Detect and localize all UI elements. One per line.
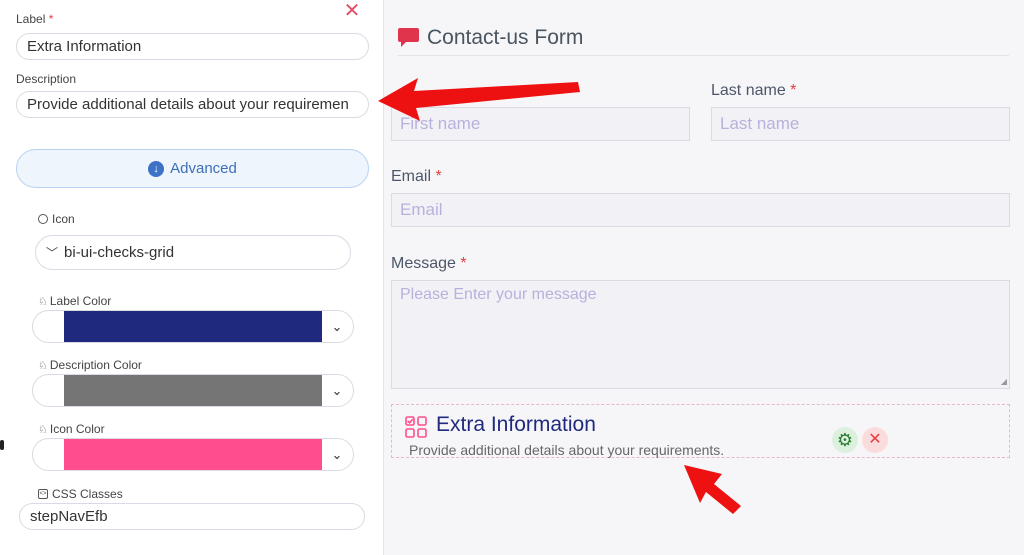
label-field-text: Label <box>16 12 46 26</box>
message-placeholder: Please Enter your message <box>400 286 597 303</box>
settings-gear-button[interactable]: ⚙ <box>832 427 858 453</box>
circle-icon <box>38 214 48 224</box>
chevron-down-icon[interactable]: ⌄ <box>321 375 353 406</box>
icon-field-text: Icon <box>52 212 75 226</box>
form-preview: Contact-us Form First name Last name * L… <box>385 0 1024 555</box>
extra-information-title: Extra Information <box>436 413 596 436</box>
label-color-swatch <box>64 311 322 342</box>
message-label: Message * <box>391 255 467 273</box>
description-color-text: Description Color <box>49 358 142 372</box>
label-color-field-label: ♘ Label Color <box>38 294 111 308</box>
description-color-field-label: ♘ Description Color <box>38 358 142 372</box>
chat-square-icon <box>398 28 419 47</box>
required-mark: * <box>460 255 467 272</box>
code-square-icon: <> <box>38 489 48 499</box>
label-color-text: Label Color <box>49 294 112 308</box>
first-name-input[interactable]: First name <box>391 107 690 141</box>
required-mark: * <box>435 168 442 185</box>
css-classes-field-label: <> CSS Classes <box>38 487 123 501</box>
icon-color-field-label: ♘ Icon Color <box>38 422 105 436</box>
close-icon: ✕ <box>868 431 882 448</box>
required-mark: * <box>790 82 797 99</box>
icon-color-picker[interactable]: ⌄ <box>32 438 354 471</box>
gear-icon: ⚙ <box>836 430 854 450</box>
description-color-picker[interactable]: ⌄ <box>32 374 354 407</box>
email-input[interactable]: Email <box>391 193 1010 227</box>
icon-color-text: Icon Color <box>49 422 105 436</box>
drag-handle[interactable] <box>0 440 4 450</box>
close-icon[interactable]: ✕ <box>343 1 361 21</box>
extra-information-block[interactable]: Extra Information Provide additional det… <box>391 404 1010 458</box>
icon-color-swatch <box>64 439 322 470</box>
extra-information-description: Provide additional details about your re… <box>409 442 725 458</box>
email-label: Email * <box>391 168 442 186</box>
css-classes-input[interactable]: stepNavEfb <box>19 503 365 530</box>
form-title: Contact-us Form <box>427 25 584 49</box>
chevron-down-icon[interactable]: ⌄ <box>321 439 353 470</box>
form-header: Contact-us Form <box>398 25 1009 56</box>
label-color-picker[interactable]: ⌄ <box>32 310 354 343</box>
advanced-button[interactable]: ↓ Advanced <box>16 149 369 188</box>
advanced-button-label: Advanced <box>170 160 237 177</box>
resize-handle-icon[interactable]: ◢ <box>1001 377 1007 386</box>
chat-square-shape <box>398 28 419 47</box>
required-mark: * <box>48 12 54 26</box>
message-label-text: Message <box>391 255 456 272</box>
last-name-label: Last name * <box>711 82 796 100</box>
delete-field-button[interactable]: ✕ <box>862 427 888 453</box>
icon-select-value: bi-ui-checks-grid <box>64 244 175 261</box>
label-input[interactable]: Extra Information <box>16 33 369 60</box>
message-textarea[interactable]: Please Enter your message ◢ <box>391 280 1010 389</box>
paint-bucket-icon: ♘ <box>38 295 48 308</box>
icon-select[interactable]: ﹀ bi-ui-checks-grid <box>35 235 351 270</box>
css-classes-text: CSS Classes <box>52 487 123 501</box>
grid-icon-glyph <box>405 416 427 438</box>
description-input[interactable]: Provide additional details about your re… <box>16 91 369 118</box>
icon-field-label: Icon <box>38 212 75 226</box>
ui-checks-grid-icon <box>405 416 427 438</box>
paint-bucket-icon: ♘ <box>38 359 48 372</box>
last-name-input[interactable]: Last name <box>711 107 1010 141</box>
settings-panel: ✕ Label * Extra Information Description … <box>0 0 384 555</box>
arrow-down-circle-icon: ↓ <box>148 160 165 177</box>
description-color-swatch <box>64 375 322 406</box>
last-name-label-text: Last name <box>711 82 786 99</box>
chevron-down-icon: ﹀ <box>46 246 59 260</box>
description-field-label: Description <box>16 72 77 86</box>
label-field-label: Label * <box>16 12 53 26</box>
email-label-text: Email <box>391 168 432 185</box>
chevron-down-icon[interactable]: ⌄ <box>321 311 353 342</box>
paint-bucket-icon: ♘ <box>38 423 48 436</box>
